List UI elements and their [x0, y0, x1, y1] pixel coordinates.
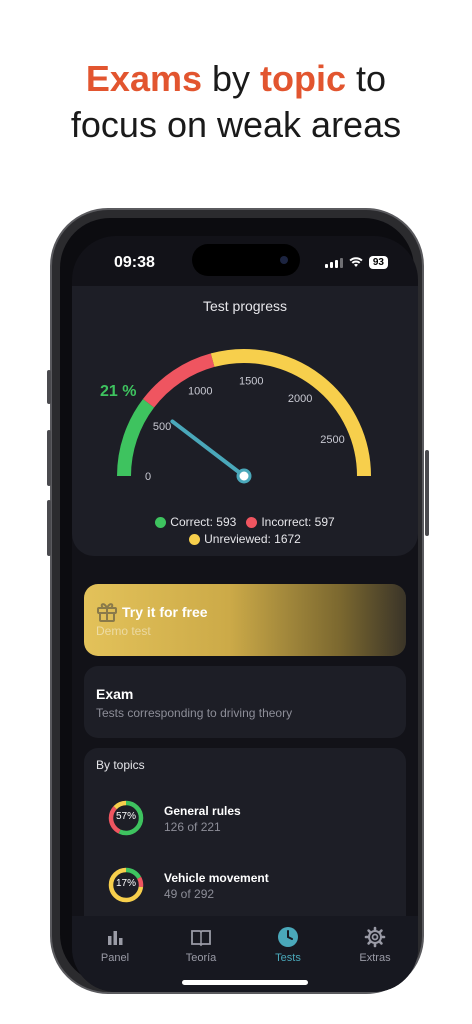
incorrect-dot-icon	[246, 516, 258, 528]
tab-teoria[interactable]: Teoría	[158, 926, 244, 964]
wifi-icon	[349, 257, 363, 267]
tab-tests[interactable]: Tests	[245, 926, 331, 964]
topic-item[interactable]: 57% General rules 126 of 221	[106, 798, 396, 842]
test-progress-card: Test progress 0 500 1000 1500 2000 2500 21 % …	[72, 286, 418, 556]
tab-extras[interactable]: Extras	[332, 926, 418, 964]
tab-teoria-label: Teoría	[185, 952, 217, 964]
status-bar: 09:38 93	[72, 236, 418, 286]
legend-unreviewed: Unreviewed: 1672	[189, 532, 301, 546]
legend-correct-label: Correct: 593	[170, 515, 237, 529]
topic-name: General rules	[164, 804, 241, 818]
progress-percent: 21 %	[100, 383, 136, 400]
cellular-signal-icon	[324, 257, 343, 268]
topic-item[interactable]: 17% Vehicle movement 49 of 292	[106, 865, 396, 909]
home-indicator	[182, 980, 308, 985]
headline-line-2: focus on weak areas	[70, 104, 402, 145]
headline-to: to	[346, 58, 387, 99]
gauge-tick-label: 2000	[288, 393, 312, 405]
phone-power-button	[425, 450, 429, 536]
tab-tests-label: Tests	[275, 952, 301, 964]
phone-volume-up-button	[47, 430, 51, 486]
phone-bezel: 09:38 93 Test progress 0 500 1000 1500 2…	[60, 218, 418, 992]
unreviewed-dot-icon	[189, 533, 201, 545]
gauge-needle	[170, 419, 246, 478]
correct-dot-icon	[155, 516, 167, 528]
exam-card[interactable]: Exam Tests corresponding to driving theo…	[84, 666, 406, 738]
topic-name: Vehicle movement	[164, 871, 269, 885]
phone-action-button	[47, 370, 51, 404]
gauge-tick-label: 500	[153, 421, 171, 433]
gauge-arc-correct	[117, 399, 155, 477]
legend-row-1: Correct: 593 Incorrect: 597	[72, 515, 418, 529]
legend-unreviewed-label: Unreviewed: 1672	[204, 532, 301, 546]
app-screen: 09:38 93 Test progress 0 500 1000 1500 2…	[72, 236, 418, 992]
gauge-tick-label: 1000	[188, 386, 212, 398]
dynamic-island	[192, 244, 300, 276]
demo-test-card[interactable]: Try it for free Demo test	[84, 584, 406, 656]
gauge-ticks: 0 500 1000 1500 2000 2500	[145, 375, 345, 483]
tab-panel[interactable]: Panel	[72, 926, 158, 964]
gauge-hub	[236, 468, 252, 484]
topic-count: 126 of 221	[164, 820, 221, 834]
legend-row-2: Unreviewed: 1672	[72, 532, 418, 546]
demo-title: Try it for free	[122, 604, 208, 620]
headline-accent-exams: Exams	[85, 58, 203, 99]
phone-frame: 09:38 93 Test progress 0 500 1000 1500 2…	[47, 208, 429, 994]
clock-icon	[278, 927, 298, 947]
headline-accent-topic: topic	[260, 58, 347, 99]
promo-headline: Exams by topic to focus on weak areas	[0, 56, 472, 148]
progress-title: Test progress	[202, 298, 288, 314]
topic-percent: 17%	[115, 878, 136, 889]
phone-volume-down-button	[47, 500, 51, 556]
gauge-tick-label: 0	[145, 471, 151, 483]
headline-line-1: Exams by topic to	[0, 56, 472, 102]
status-time: 09:38	[114, 254, 155, 271]
gauge-arcs	[117, 349, 371, 477]
tab-extras-label: Extras	[359, 952, 391, 964]
gear-icon	[364, 926, 386, 948]
tab-panel-label: Panel	[100, 952, 130, 964]
exam-title: Exam	[96, 686, 134, 702]
gift-icon	[97, 603, 117, 622]
battery-indicator: 93	[368, 256, 388, 269]
progress-gauge: 0 500 1000 1500 2000 2500 21 %	[100, 349, 371, 484]
gauge-arc-unreviewed	[210, 349, 371, 477]
legend-correct: Correct: 593	[155, 515, 236, 529]
gauge-tick-label: 2500	[320, 434, 344, 446]
topic-percent: 57%	[115, 811, 136, 822]
status-icons: 93	[324, 256, 388, 269]
topic-count: 49 of 292	[164, 887, 215, 901]
legend-incorrect-label: Incorrect: 597	[261, 515, 335, 529]
gauge-tick-label: 1500	[239, 375, 263, 387]
topics-title: By topics	[96, 758, 145, 772]
camera-icon	[280, 256, 288, 264]
exam-subtitle: Tests corresponding to driving theory	[96, 706, 293, 720]
bar-chart-icon	[108, 931, 123, 945]
book-icon	[191, 930, 211, 947]
legend-incorrect: Incorrect: 597	[246, 515, 335, 529]
headline-by: by	[202, 58, 261, 99]
demo-subtitle: Demo test	[96, 624, 151, 638]
